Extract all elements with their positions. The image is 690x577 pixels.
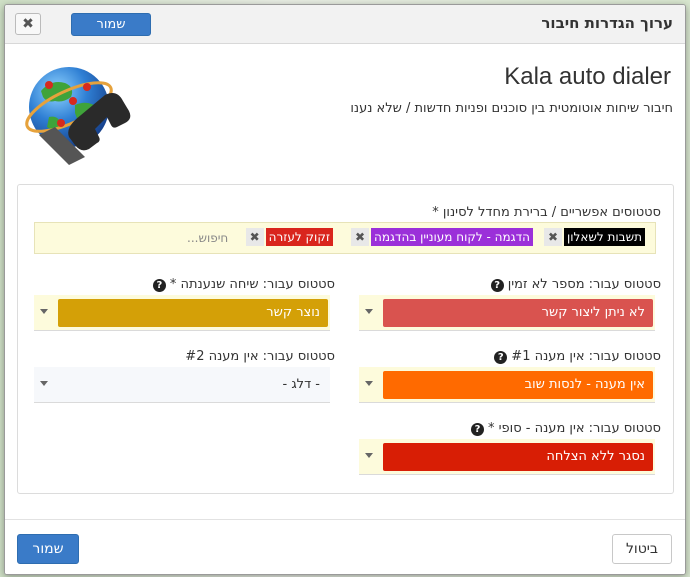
filter-statuses-label: סטטוסים אפשריים / ברירת מחדל לסינון * xyxy=(432,205,661,220)
app-subtitle: חיבור שיחות אוטומטית בין סוכנים ופניות ח… xyxy=(350,101,673,116)
chevron-down-icon xyxy=(365,453,373,458)
tag-item: ✖ זקוק לעזרה xyxy=(245,228,337,248)
no-answer-2-value: - דלג - xyxy=(282,377,321,392)
help-icon[interactable]: ? xyxy=(494,351,508,364)
callback-label: סטטוס עבור: שיחה שנענתה *? xyxy=(152,277,335,292)
tag-item: ✖ תשבות לשאלון xyxy=(544,228,649,248)
close-icon[interactable]: ✖ xyxy=(15,13,41,35)
tag-label: זקוק לעזרה xyxy=(265,228,333,246)
no-time-value: לא ניתן ליצור קשר xyxy=(383,299,653,327)
remove-tag-icon[interactable]: ✖ xyxy=(351,228,369,246)
dialog-title: ערוך הגדרות חיבור xyxy=(541,14,673,32)
chevron-down-icon xyxy=(365,309,373,314)
help-icon[interactable]: ? xyxy=(152,279,166,292)
no-time-label-text: סטטוס עבור: מספר לא זמין xyxy=(507,277,661,292)
chevron-down-icon xyxy=(40,309,48,314)
no-answer-1-label-text: סטטוס עבור: אין מענה #1 xyxy=(511,349,661,364)
cancel-button[interactable]: ביטול xyxy=(612,534,672,564)
tag-label: תשבות לשאלון xyxy=(564,228,645,246)
remove-tag-icon[interactable]: ✖ xyxy=(245,228,264,246)
settings-panel: סטטוסים אפשריים / ברירת מחדל לסינון * ✖ … xyxy=(17,184,674,494)
chevron-down-icon xyxy=(365,381,373,386)
dialog-header: ✖ שמור ערוך הגדרות חיבור xyxy=(5,5,685,44)
no-answer-final-label: סטטוס עבור: אין מענה - סופי *? xyxy=(471,421,661,436)
tag-item: ✖ הדגמה - לקוח מעוניין בהדגמה xyxy=(351,228,537,248)
remove-tag-icon[interactable]: ✖ xyxy=(544,228,562,246)
tag-search-placeholder[interactable]: חיפוש... xyxy=(187,231,228,245)
chevron-down-icon xyxy=(40,381,48,386)
callback-select[interactable]: נוצר קשר xyxy=(34,295,330,331)
footer-save-button[interactable]: שמור xyxy=(17,534,79,564)
no-time-label: סטטוס עבור: מספר לא זמין? xyxy=(490,277,661,292)
no-answer-final-label-text: סטטוס עבור: אין מענה - סופי * xyxy=(488,421,661,436)
no-answer-1-label: סטטוס עבור: אין מענה #1? xyxy=(494,349,661,364)
no-answer-1-select[interactable]: אין מענה - לנסות שוב xyxy=(359,367,655,403)
help-icon[interactable]: ? xyxy=(471,423,485,436)
no-answer-2-label: סטטוס עבור: אין מענה #2 xyxy=(185,349,335,364)
header-save-button[interactable]: שמור xyxy=(71,13,151,36)
globe-phone-icon xyxy=(25,67,131,165)
app-title: Kala auto dialer xyxy=(504,63,671,90)
no-answer-final-select[interactable]: נסגר ללא הצלחה xyxy=(359,439,655,475)
no-answer-final-value: נסגר ללא הצלחה xyxy=(383,443,653,471)
no-answer-1-value: אין מענה - לנסות שוב xyxy=(383,371,653,399)
callback-value: נוצר קשר xyxy=(58,299,328,327)
dialog-footer: שמור ביטול xyxy=(5,519,685,574)
help-icon[interactable]: ? xyxy=(490,279,504,292)
no-time-select[interactable]: לא ניתן ליצור קשר xyxy=(359,295,655,331)
callback-label-text: סטטוס עבור: שיחה שנענתה * xyxy=(169,277,335,292)
status-tag-input[interactable]: ✖ תשבות לשאלון ✖ הדגמה - לקוח מעוניין בה… xyxy=(34,222,656,254)
edit-connection-dialog: ✖ שמור ערוך הגדרות חיבור Kala auto diale… xyxy=(4,4,686,575)
tag-label: הדגמה - לקוח מעוניין בהדגמה xyxy=(371,228,533,246)
no-answer-2-select[interactable]: - דלג - xyxy=(34,367,330,403)
